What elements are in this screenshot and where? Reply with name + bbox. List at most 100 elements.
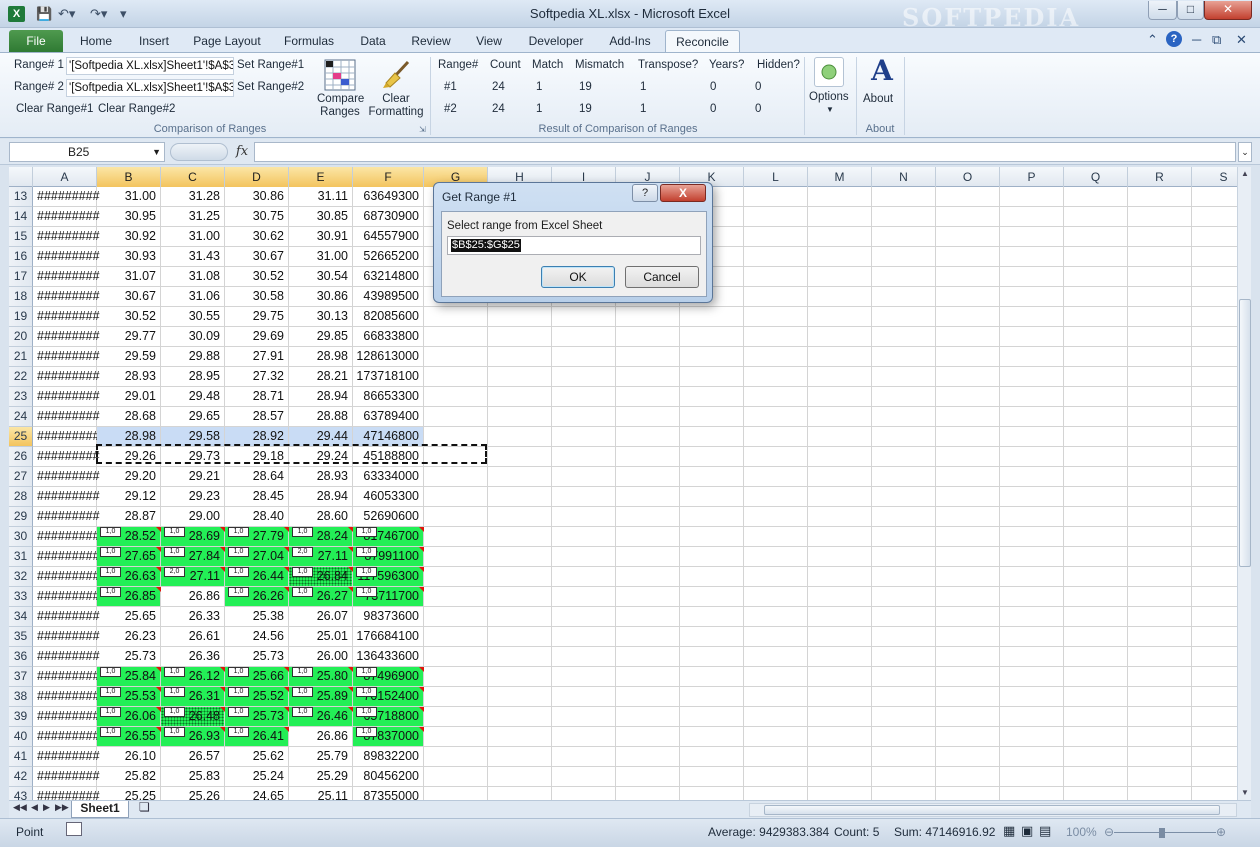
tab-file[interactable]: File bbox=[9, 30, 63, 52]
comment-box[interactable]: 1,0 bbox=[164, 707, 185, 717]
cell-q43[interactable] bbox=[1064, 787, 1128, 800]
cell-g40[interactable] bbox=[424, 727, 488, 747]
cell-n28[interactable] bbox=[872, 487, 936, 507]
cell-p16[interactable] bbox=[1000, 247, 1064, 267]
cell-k23[interactable] bbox=[680, 387, 744, 407]
cell-i22[interactable] bbox=[552, 367, 616, 387]
cell-h31[interactable] bbox=[488, 547, 552, 567]
cell-p36[interactable] bbox=[1000, 647, 1064, 667]
cell-l17[interactable] bbox=[744, 267, 808, 287]
cell-a14[interactable]: ######### bbox=[33, 207, 100, 227]
cell-n37[interactable] bbox=[872, 667, 936, 687]
cell-o23[interactable] bbox=[936, 387, 1000, 407]
cell-m18[interactable] bbox=[808, 287, 872, 307]
dialog-launcher-icon[interactable]: ⇲ bbox=[419, 125, 426, 134]
cell-g19[interactable] bbox=[424, 307, 488, 327]
cell-p38[interactable] bbox=[1000, 687, 1064, 707]
cell-j25[interactable] bbox=[616, 427, 680, 447]
cell-l39[interactable] bbox=[744, 707, 808, 727]
cell-d18[interactable]: 30.58 bbox=[225, 287, 289, 307]
cell-q28[interactable] bbox=[1064, 487, 1128, 507]
cell-d19[interactable]: 29.75 bbox=[225, 307, 289, 327]
cell-p40[interactable] bbox=[1000, 727, 1064, 747]
cell-j31[interactable] bbox=[616, 547, 680, 567]
cell-g23[interactable] bbox=[424, 387, 488, 407]
comment-box[interactable]: 1,0 bbox=[292, 567, 313, 577]
cell-l41[interactable] bbox=[744, 747, 808, 767]
cell-j28[interactable] bbox=[616, 487, 680, 507]
cell-m35[interactable] bbox=[808, 627, 872, 647]
cell-i20[interactable] bbox=[552, 327, 616, 347]
cell-d29[interactable]: 28.40 bbox=[225, 507, 289, 527]
cell-b18[interactable]: 30.67 bbox=[97, 287, 161, 307]
cell-j32[interactable] bbox=[616, 567, 680, 587]
cell-n32[interactable] bbox=[872, 567, 936, 587]
cell-n25[interactable] bbox=[872, 427, 936, 447]
cell-c29[interactable]: 29.00 bbox=[161, 507, 225, 527]
cell-n14[interactable] bbox=[872, 207, 936, 227]
cell-n22[interactable] bbox=[872, 367, 936, 387]
cell-r35[interactable] bbox=[1128, 627, 1192, 647]
cell-k35[interactable] bbox=[680, 627, 744, 647]
tab-add-ins[interactable]: Add-Ins bbox=[600, 30, 660, 52]
cell-c35[interactable]: 26.61 bbox=[161, 627, 225, 647]
cell-b35[interactable]: 26.23 bbox=[97, 627, 161, 647]
row-header[interactable]: 40 bbox=[9, 727, 33, 747]
cell-q14[interactable] bbox=[1064, 207, 1128, 227]
cell-i28[interactable] bbox=[552, 487, 616, 507]
cell-q35[interactable] bbox=[1064, 627, 1128, 647]
cell-i35[interactable] bbox=[552, 627, 616, 647]
cell-k38[interactable] bbox=[680, 687, 744, 707]
cell-k21[interactable] bbox=[680, 347, 744, 367]
normal-view-icon[interactable]: ▦ bbox=[1003, 823, 1015, 839]
cell-a22[interactable]: ######### bbox=[33, 367, 100, 387]
cell-c36[interactable]: 26.36 bbox=[161, 647, 225, 667]
cell-a41[interactable]: ######### bbox=[33, 747, 100, 767]
comment-box[interactable]: 1,0 bbox=[356, 547, 377, 557]
cell-r14[interactable] bbox=[1128, 207, 1192, 227]
cell-a20[interactable]: ######### bbox=[33, 327, 100, 347]
name-box-dropdown-icon[interactable]: ▼ bbox=[152, 143, 161, 161]
cell-k33[interactable] bbox=[680, 587, 744, 607]
cell-s15[interactable] bbox=[1192, 227, 1237, 247]
cell-i32[interactable] bbox=[552, 567, 616, 587]
cell-p17[interactable] bbox=[1000, 267, 1064, 287]
cell-h25[interactable] bbox=[488, 427, 552, 447]
cell-a13[interactable]: ######### bbox=[33, 187, 100, 207]
cell-o26[interactable] bbox=[936, 447, 1000, 467]
cell-e36[interactable]: 26.00 bbox=[289, 647, 353, 667]
cell-r41[interactable] bbox=[1128, 747, 1192, 767]
column-header-b[interactable]: B bbox=[97, 167, 161, 187]
cell-m13[interactable] bbox=[808, 187, 872, 207]
cell-h24[interactable] bbox=[488, 407, 552, 427]
cell-a33[interactable]: ######### bbox=[33, 587, 100, 607]
cell-d26[interactable]: 29.18 bbox=[225, 447, 289, 467]
cell-n23[interactable] bbox=[872, 387, 936, 407]
cell-q32[interactable] bbox=[1064, 567, 1128, 587]
cell-c28[interactable]: 29.23 bbox=[161, 487, 225, 507]
cell-c22[interactable]: 28.95 bbox=[161, 367, 225, 387]
cell-r29[interactable] bbox=[1128, 507, 1192, 527]
next-sheet-icon[interactable]: ▶ bbox=[43, 802, 50, 813]
cell-s38[interactable] bbox=[1192, 687, 1237, 707]
cell-g27[interactable] bbox=[424, 467, 488, 487]
row-header[interactable]: 21 bbox=[9, 347, 33, 367]
cell-b25[interactable]: 28.98 bbox=[97, 427, 161, 447]
cell-i39[interactable] bbox=[552, 707, 616, 727]
comment-box[interactable]: 1,0 bbox=[100, 667, 121, 677]
cell-m42[interactable] bbox=[808, 767, 872, 787]
cell-a32[interactable]: ######### bbox=[33, 567, 100, 587]
cell-d22[interactable]: 27.32 bbox=[225, 367, 289, 387]
cell-g31[interactable] bbox=[424, 547, 488, 567]
cell-n20[interactable] bbox=[872, 327, 936, 347]
cell-r19[interactable] bbox=[1128, 307, 1192, 327]
tab-insert[interactable]: Insert bbox=[128, 30, 180, 52]
cell-m23[interactable] bbox=[808, 387, 872, 407]
cell-a34[interactable]: ######### bbox=[33, 607, 100, 627]
cell-q41[interactable] bbox=[1064, 747, 1128, 767]
cell-a37[interactable]: ######### bbox=[33, 667, 100, 687]
cell-h22[interactable] bbox=[488, 367, 552, 387]
cell-b16[interactable]: 30.93 bbox=[97, 247, 161, 267]
cell-i30[interactable] bbox=[552, 527, 616, 547]
cell-p34[interactable] bbox=[1000, 607, 1064, 627]
